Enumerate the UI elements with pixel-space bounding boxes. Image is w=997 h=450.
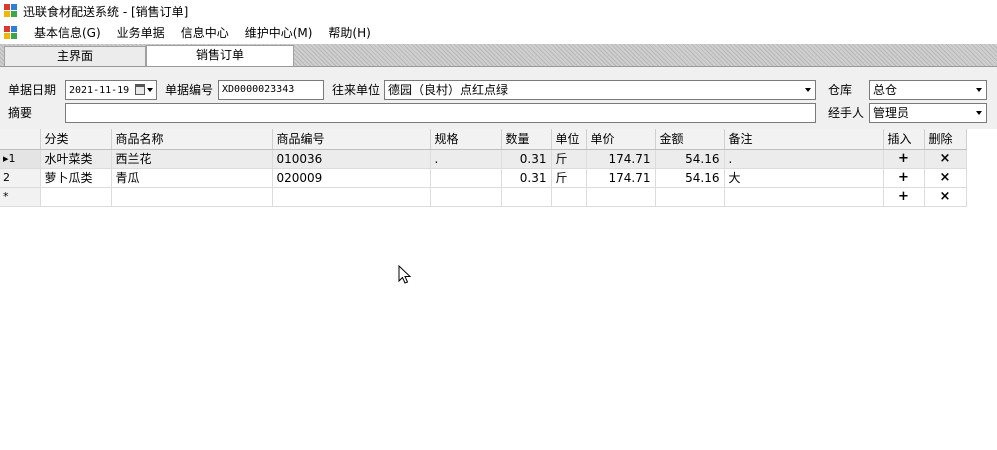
- table-row-new[interactable]: * + ×: [0, 187, 967, 207]
- delete-row-button[interactable]: ×: [924, 187, 967, 207]
- delete-row-button[interactable]: ×: [924, 168, 967, 188]
- cell-qty[interactable]: 0.31: [501, 149, 552, 169]
- cell-note[interactable]: 大: [724, 168, 884, 188]
- col-header-price[interactable]: 单价: [586, 129, 656, 150]
- menu-help[interactable]: 帮助(H): [320, 23, 378, 43]
- col-header-code[interactable]: 商品编号: [272, 129, 431, 150]
- col-header-category[interactable]: 分类: [40, 129, 112, 150]
- cell-unit[interactable]: 斤: [551, 168, 587, 188]
- menu-business-docs[interactable]: 业务单据: [109, 23, 173, 43]
- chevron-down-icon[interactable]: [976, 111, 982, 115]
- cell-note[interactable]: [724, 187, 884, 207]
- items-table: 分类 商品名称 商品编号 规格 数量 单位 单价 金额 备注 插入 删除 ▸1 …: [0, 129, 967, 207]
- sales-order-panel: 单据日期 2021-11-19 单据编号 XD0000023343 往来单位 德…: [0, 66, 997, 450]
- cell-unit[interactable]: [551, 187, 587, 207]
- cell-note[interactable]: .: [724, 149, 884, 169]
- partner-value: 德园（良村）点红点绿: [388, 83, 509, 97]
- cell-unit[interactable]: 斤: [551, 149, 587, 169]
- cell-price[interactable]: [586, 187, 656, 207]
- warehouse-select[interactable]: 总仓: [869, 80, 987, 100]
- docno-label: 单据编号: [165, 83, 214, 97]
- handler-label: 经手人: [828, 106, 865, 120]
- cell-code[interactable]: 010036: [272, 149, 431, 169]
- cell-spec[interactable]: [430, 168, 502, 188]
- cell-qty[interactable]: 0.31: [501, 168, 552, 188]
- col-header-note[interactable]: 备注: [724, 129, 884, 150]
- cell-price[interactable]: 174.71: [586, 168, 656, 188]
- warehouse-value: 总仓: [873, 83, 898, 97]
- cell-amount[interactable]: 54.16: [655, 149, 725, 169]
- col-header-qty[interactable]: 数量: [501, 129, 552, 150]
- insert-row-button[interactable]: +: [883, 187, 925, 207]
- row-marker[interactable]: 2: [0, 168, 41, 188]
- title-bar: 迅联食材配送系统 - [销售订单]: [0, 0, 997, 22]
- summary-label: 摘要: [8, 106, 33, 120]
- cell-spec[interactable]: .: [430, 149, 502, 169]
- table-row[interactable]: 2 萝卜瓜类 青瓜 020009 0.31 斤 174.71 54.16 大 +…: [0, 168, 967, 188]
- menu-info-center[interactable]: 信息中心: [173, 23, 237, 43]
- cell-code[interactable]: 020009: [272, 168, 431, 188]
- cell-price[interactable]: 174.71: [586, 149, 656, 169]
- col-header-insert[interactable]: 插入: [883, 129, 925, 150]
- cell-name[interactable]: [111, 187, 273, 207]
- summary-input[interactable]: [65, 103, 816, 123]
- row-marker[interactable]: *: [0, 187, 41, 207]
- cell-category[interactable]: 萝卜瓜类: [40, 168, 112, 188]
- delete-row-button[interactable]: ×: [924, 149, 967, 169]
- table-row[interactable]: ▸1 水叶菜类 西兰花 010036 . 0.31 斤 174.71 54.16…: [0, 149, 967, 169]
- warehouse-label: 仓库: [828, 83, 853, 97]
- date-picker[interactable]: 2021-11-19: [65, 80, 157, 100]
- cell-category[interactable]: 水叶菜类: [40, 149, 112, 169]
- cell-amount[interactable]: [655, 187, 725, 207]
- col-header-amount[interactable]: 金额: [655, 129, 725, 150]
- row-marker[interactable]: ▸1: [0, 149, 41, 169]
- col-header-spec[interactable]: 规格: [430, 129, 502, 150]
- calendar-dropdown-icon[interactable]: [134, 83, 154, 97]
- date-value: 2021-11-19: [69, 85, 130, 96]
- cell-qty[interactable]: [501, 187, 552, 207]
- chevron-down-icon[interactable]: [805, 88, 811, 92]
- handler-value: 管理员: [873, 106, 910, 120]
- chevron-down-icon[interactable]: [976, 88, 982, 92]
- row-header-corner: [0, 129, 41, 150]
- tab-strip: 主界面 销售订单: [0, 44, 997, 66]
- date-label: 单据日期: [8, 83, 57, 97]
- order-header-form: 单据日期 2021-11-19 单据编号 XD0000023343 往来单位 德…: [0, 67, 997, 129]
- handler-select[interactable]: 管理员: [869, 103, 987, 123]
- tab-sales-order[interactable]: 销售订单: [146, 45, 294, 66]
- order-items-grid: 分类 商品名称 商品编号 规格 数量 单位 单价 金额 备注 插入 删除 ▸1 …: [0, 129, 997, 207]
- menu-maintenance[interactable]: 维护中心(M): [237, 23, 321, 43]
- cell-name[interactable]: 青瓜: [111, 168, 273, 188]
- insert-row-button[interactable]: +: [883, 149, 925, 169]
- partner-label: 往来单位: [332, 83, 381, 97]
- partner-select[interactable]: 德园（良村）点红点绿: [384, 80, 816, 100]
- menu-basic-info[interactable]: 基本信息(G): [26, 23, 109, 43]
- menu-bar: 基本信息(G) 业务单据 信息中心 维护中心(M) 帮助(H): [0, 22, 997, 44]
- window-title: 迅联食材配送系统 - [销售订单]: [23, 4, 189, 19]
- tab-main[interactable]: 主界面: [4, 46, 146, 66]
- cell-name[interactable]: 西兰花: [111, 149, 273, 169]
- table-header-row: 分类 商品名称 商品编号 规格 数量 单位 单价 金额 备注 插入 删除: [0, 129, 967, 150]
- menu-app-icon[interactable]: [4, 26, 18, 40]
- col-header-unit[interactable]: 单位: [551, 129, 587, 150]
- cell-code[interactable]: [272, 187, 431, 207]
- mouse-cursor-icon: [398, 265, 412, 284]
- col-header-name[interactable]: 商品名称: [111, 129, 273, 150]
- col-header-delete[interactable]: 删除: [924, 129, 967, 150]
- cell-category[interactable]: [40, 187, 112, 207]
- app-icon: [4, 4, 18, 18]
- docno-field[interactable]: XD0000023343: [218, 80, 324, 100]
- cell-spec[interactable]: [430, 187, 502, 207]
- cell-amount[interactable]: 54.16: [655, 168, 725, 188]
- insert-row-button[interactable]: +: [883, 168, 925, 188]
